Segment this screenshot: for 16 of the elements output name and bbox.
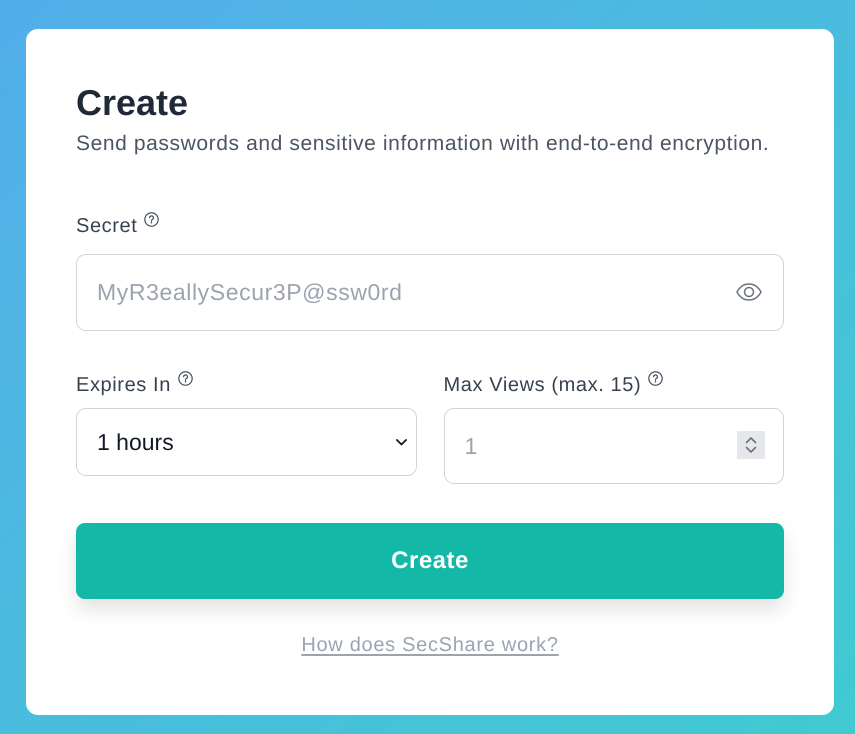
help-icon[interactable]	[648, 371, 664, 386]
secret-input[interactable]: MyR3eallySecur3P@ssw0rd	[76, 254, 784, 331]
field-label: Max Views (max. 15)	[444, 373, 642, 398]
how-it-works-link[interactable]: How does SecShare work?	[301, 631, 559, 659]
eye-icon[interactable]	[736, 283, 762, 301]
create-button[interactable]: Create	[76, 523, 784, 599]
page-subtitle: Send passwords and sensitive information with end-to-end encryption.	[76, 131, 770, 157]
page-title: Create	[76, 82, 188, 124]
spinner-arrows-icon[interactable]	[737, 431, 765, 459]
field-label: Secret	[76, 214, 138, 239]
help-icon[interactable]	[144, 212, 160, 227]
chevron-down-icon	[396, 438, 406, 446]
help-icon[interactable]	[178, 371, 193, 386]
max-views-input[interactable]: 1	[444, 408, 784, 484]
expires-select[interactable]: 1 hours	[76, 408, 416, 476]
field-label: Expires In	[76, 373, 171, 398]
